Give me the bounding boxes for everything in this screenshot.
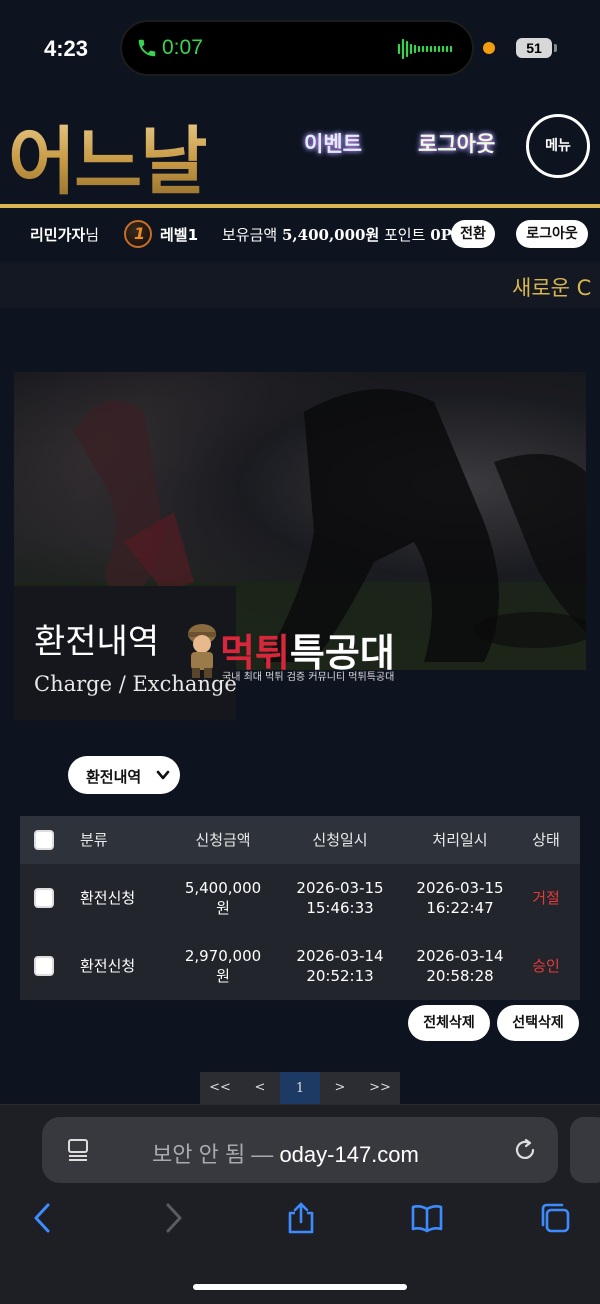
row-status: 거절 bbox=[532, 889, 560, 907]
table-header: 분류 신청금액 신청일시 처리일시 상태 bbox=[20, 816, 580, 864]
header-request-time: 신청일시 bbox=[312, 831, 368, 849]
nav-event-link[interactable]: 이벤트 bbox=[304, 128, 362, 158]
header-type: 분류 bbox=[80, 831, 108, 849]
page-last-button[interactable]: >> bbox=[360, 1080, 400, 1095]
nav-logout-link[interactable]: 로그아웃 bbox=[418, 128, 495, 158]
select-all-checkbox[interactable] bbox=[34, 830, 54, 850]
exchange-history-table: 분류 신청금액 신청일시 처리일시 상태 환전신청 5,400,000 원 20… bbox=[20, 816, 580, 1000]
tabs-icon[interactable] bbox=[538, 1201, 572, 1235]
row-amount-unit: 원 bbox=[216, 899, 230, 917]
next-tab-preview[interactable] bbox=[570, 1117, 600, 1183]
chevron-down-icon bbox=[156, 770, 170, 780]
forward-icon[interactable] bbox=[156, 1201, 190, 1235]
page-prev-button[interactable]: < bbox=[240, 1080, 280, 1095]
row-request-time: 20:52:13 bbox=[306, 967, 374, 985]
address-bar[interactable]: 보안 안 됨 — oday-147.com bbox=[42, 1117, 558, 1183]
points-label: 포인트 bbox=[384, 226, 426, 244]
username-suffix: 님 bbox=[85, 226, 100, 244]
domain-label: oday-147.com bbox=[279, 1142, 419, 1167]
menu-button[interactable]: 메뉴 bbox=[526, 114, 590, 178]
row-type: 환전신청 bbox=[80, 957, 136, 975]
site-logo[interactable]: 어느날 bbox=[8, 102, 208, 209]
page-next-button[interactable]: > bbox=[320, 1080, 360, 1095]
points: 포인트 0P bbox=[384, 224, 452, 245]
delete-all-button[interactable]: 전체삭제 bbox=[408, 1005, 490, 1041]
row-status: 승인 bbox=[532, 957, 560, 975]
convert-points-button[interactable]: 전환 bbox=[451, 220, 495, 248]
browser-toolbar: 보안 안 됨 — oday-147.com bbox=[0, 1104, 600, 1304]
row-request-time: 15:46:33 bbox=[306, 899, 374, 917]
row-processed-date: 2026-03-15 bbox=[416, 879, 504, 897]
page-current-button[interactable]: 1 bbox=[280, 1072, 320, 1106]
row-amount-unit: 원 bbox=[216, 967, 230, 985]
row-request-date: 2026-03-14 bbox=[296, 947, 384, 965]
site-header: 어느날 이벤트 로그아웃 메뉴 bbox=[0, 92, 600, 206]
logout-button[interactable]: 로그아웃 bbox=[516, 220, 588, 248]
bookmarks-icon[interactable] bbox=[410, 1201, 444, 1235]
watermark: 먹튀특공대 국내 최대 먹튀 검증 커뮤니티 먹튀특공대 bbox=[182, 620, 432, 684]
home-indicator bbox=[193, 1284, 407, 1290]
not-secure-label: 보안 안 됨 — bbox=[152, 1142, 274, 1167]
balance-label: 보유금액 bbox=[222, 226, 278, 244]
header-amount: 신청금액 bbox=[195, 831, 251, 849]
dynamic-island[interactable]: 0:07 bbox=[120, 20, 474, 76]
battery-indicator: 51 bbox=[516, 38, 557, 58]
row-type: 환전신청 bbox=[80, 889, 136, 907]
delete-selected-button[interactable]: 선택삭제 bbox=[497, 1005, 579, 1041]
user-info-bar: 리민가자님 1 레벨1 보유금액 5,400,000원 포인트 0P 전환 로그… bbox=[0, 208, 600, 262]
table-row: 환전신청 2,970,000 원 2026-03-14 20:52:13 202… bbox=[20, 932, 580, 1000]
balance: 보유금액 5,400,000원 bbox=[222, 224, 379, 245]
status-bar: 4:23 0:07 51 bbox=[0, 0, 600, 92]
points-value: 0P bbox=[430, 226, 452, 244]
header-processed-time: 처리일시 bbox=[432, 831, 488, 849]
clock: 4:23 bbox=[44, 36, 89, 61]
dropdown-selected: 환전내역 bbox=[86, 768, 142, 786]
share-icon[interactable] bbox=[284, 1201, 318, 1235]
page-menu-icon[interactable] bbox=[66, 1137, 92, 1163]
pagination: << < 1 > >> bbox=[200, 1072, 400, 1106]
row-amount: 5,400,000 bbox=[184, 879, 262, 897]
row-checkbox[interactable] bbox=[34, 956, 54, 976]
soldier-mascot-icon bbox=[188, 624, 216, 678]
page-title: 환전내역 bbox=[34, 622, 160, 662]
phone-icon bbox=[138, 39, 156, 57]
header-status: 상태 bbox=[532, 831, 560, 849]
recording-indicator-icon bbox=[483, 42, 495, 54]
watermark-subtitle: 국내 최대 먹튀 검증 커뮤니티 먹튀특공대 bbox=[222, 672, 395, 683]
marquee-text: 새로운 C bbox=[512, 276, 592, 300]
level-badge-icon: 1 bbox=[124, 220, 152, 248]
notice-marquee: 새로운 C bbox=[0, 262, 600, 308]
back-icon[interactable] bbox=[26, 1201, 60, 1235]
row-processed-time: 16:22:47 bbox=[426, 899, 494, 917]
row-processed-time: 20:58:28 bbox=[426, 967, 494, 985]
level-badge-number: 1 bbox=[134, 224, 146, 243]
username-text: 리민가자 bbox=[30, 226, 86, 244]
username: 리민가자님 bbox=[30, 224, 99, 245]
table-row: 환전신청 5,400,000 원 2026-03-15 15:46:33 202… bbox=[20, 864, 580, 932]
row-request-date: 2026-03-15 bbox=[296, 879, 384, 897]
page-first-button[interactable]: << bbox=[200, 1080, 240, 1095]
audio-wave-icon bbox=[397, 38, 453, 60]
level-label: 레벨1 bbox=[160, 226, 199, 244]
row-checkbox[interactable] bbox=[34, 888, 54, 908]
row-amount: 2,970,000 bbox=[184, 947, 262, 965]
row-processed-date: 2026-03-14 bbox=[416, 947, 504, 965]
history-type-dropdown[interactable]: 환전내역 bbox=[68, 756, 180, 794]
balance-value: 5,400,000원 bbox=[281, 226, 380, 244]
url-text: 보안 안 됨 — oday-147.com bbox=[152, 1137, 419, 1169]
call-duration: 0:07 bbox=[162, 36, 203, 59]
reload-icon[interactable] bbox=[512, 1137, 538, 1163]
